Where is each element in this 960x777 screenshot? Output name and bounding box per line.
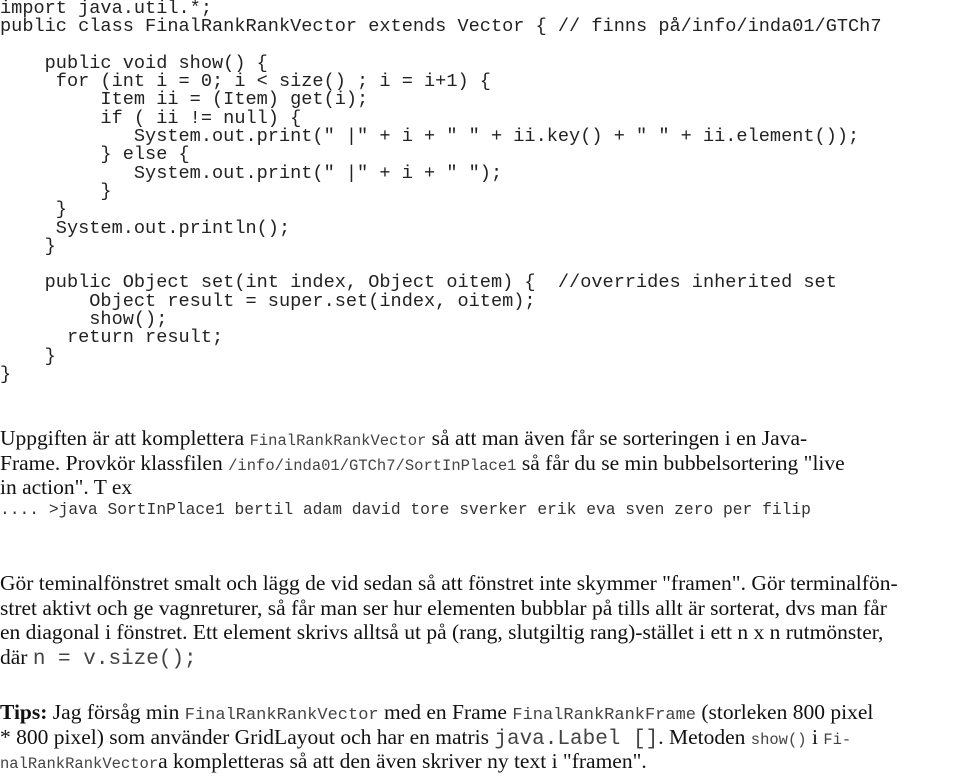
tips-text: . Metoden <box>658 724 751 749</box>
instructions-line-3: en diagonal i fönstret. Ett element skri… <box>0 620 884 644</box>
tips-text: med en Frame <box>378 700 513 724</box>
inline-code-show: show() <box>750 730 807 749</box>
inline-code-vector: FinalRankRankVector <box>184 706 379 725</box>
inline-code-class-name: FinalRankRankVector <box>249 432 427 450</box>
task-line-3: in action". T ex <box>0 475 133 499</box>
task-line-2: Frame. Provkör klassfilen /info/inda01/G… <box>0 451 960 476</box>
task-text: så att man även får se sorteringen i en … <box>426 426 808 450</box>
task-text: Frame. Provkör klassfilen <box>0 450 229 475</box>
task-text: Uppgiften är att komplettera <box>0 426 250 450</box>
instructions-line-2: stret aktivt och ge vagnreturer, så får … <box>0 595 887 620</box>
code-listing: import java.util.*; public class FinalRan… <box>0 0 882 384</box>
tips-text: i <box>806 724 824 749</box>
tips-text: Jag försåg min <box>47 700 185 724</box>
tips-text: a kompletteras så att den även skriver n… <box>158 749 647 773</box>
instructions-line-1: Gör teminalfönstret smalt och lägg de vi… <box>0 571 898 595</box>
code-line: } else { <box>0 144 190 166</box>
tips-text: * 800 pixel) som använder GridLayout och… <box>0 724 495 749</box>
code-line: } <box>0 199 67 221</box>
instructions-paragraph: Gör teminalfönstret smalt och lägg de vi… <box>0 571 960 671</box>
instructions-text: där <box>0 644 33 669</box>
task-paragraph: Uppgiften är att komplettera FinalRankRa… <box>0 426 960 500</box>
tips-line-2: * 800 pixel) som använder GridLayout och… <box>0 724 960 751</box>
code-line: } <box>0 180 112 202</box>
code-line: System.out.print(" |" + i + " "); <box>0 162 503 184</box>
inline-code-vector-part1: Fi- <box>823 730 852 749</box>
code-line: } <box>0 235 56 257</box>
tips-label: Tips: <box>0 700 48 724</box>
example-command: .... >java SortInPlace1 bertil adam davi… <box>0 500 811 519</box>
code-line: System.out.println(); <box>0 217 291 239</box>
inline-code-label-array: java.Label [] <box>494 727 659 751</box>
code-line: public Object set(int index, Object oite… <box>0 272 837 294</box>
tips-line-3: nalRankRankVectora kompletteras så att d… <box>0 749 960 774</box>
code-line: } <box>0 363 12 385</box>
code-line: public class FinalRankRankVector extends… <box>0 16 882 38</box>
task-text: så får du se min bubbelsortering "live <box>516 450 845 475</box>
inline-code-size: n = v.size(); <box>32 647 197 671</box>
inline-code-frame: FinalRankRankFrame <box>512 706 696 725</box>
task-line-1: Uppgiften är att komplettera FinalRankRa… <box>0 426 960 451</box>
tips-paragraph: Tips: Jag försåg min FinalRankRankVector… <box>0 700 960 774</box>
tips-line-1: Tips: Jag försåg min FinalRankRankVector… <box>0 700 960 725</box>
instructions-line-4: där n = v.size(); <box>0 644 960 671</box>
tips-text: (storleken 800 pixel <box>696 700 874 724</box>
inline-code-path: /info/inda01/GTCh7/SortInPlace1 <box>228 456 517 475</box>
inline-code-vector-part2: nalRankRankVector <box>0 755 159 773</box>
code-line: } <box>0 345 56 367</box>
code-line: return result; <box>0 327 224 349</box>
